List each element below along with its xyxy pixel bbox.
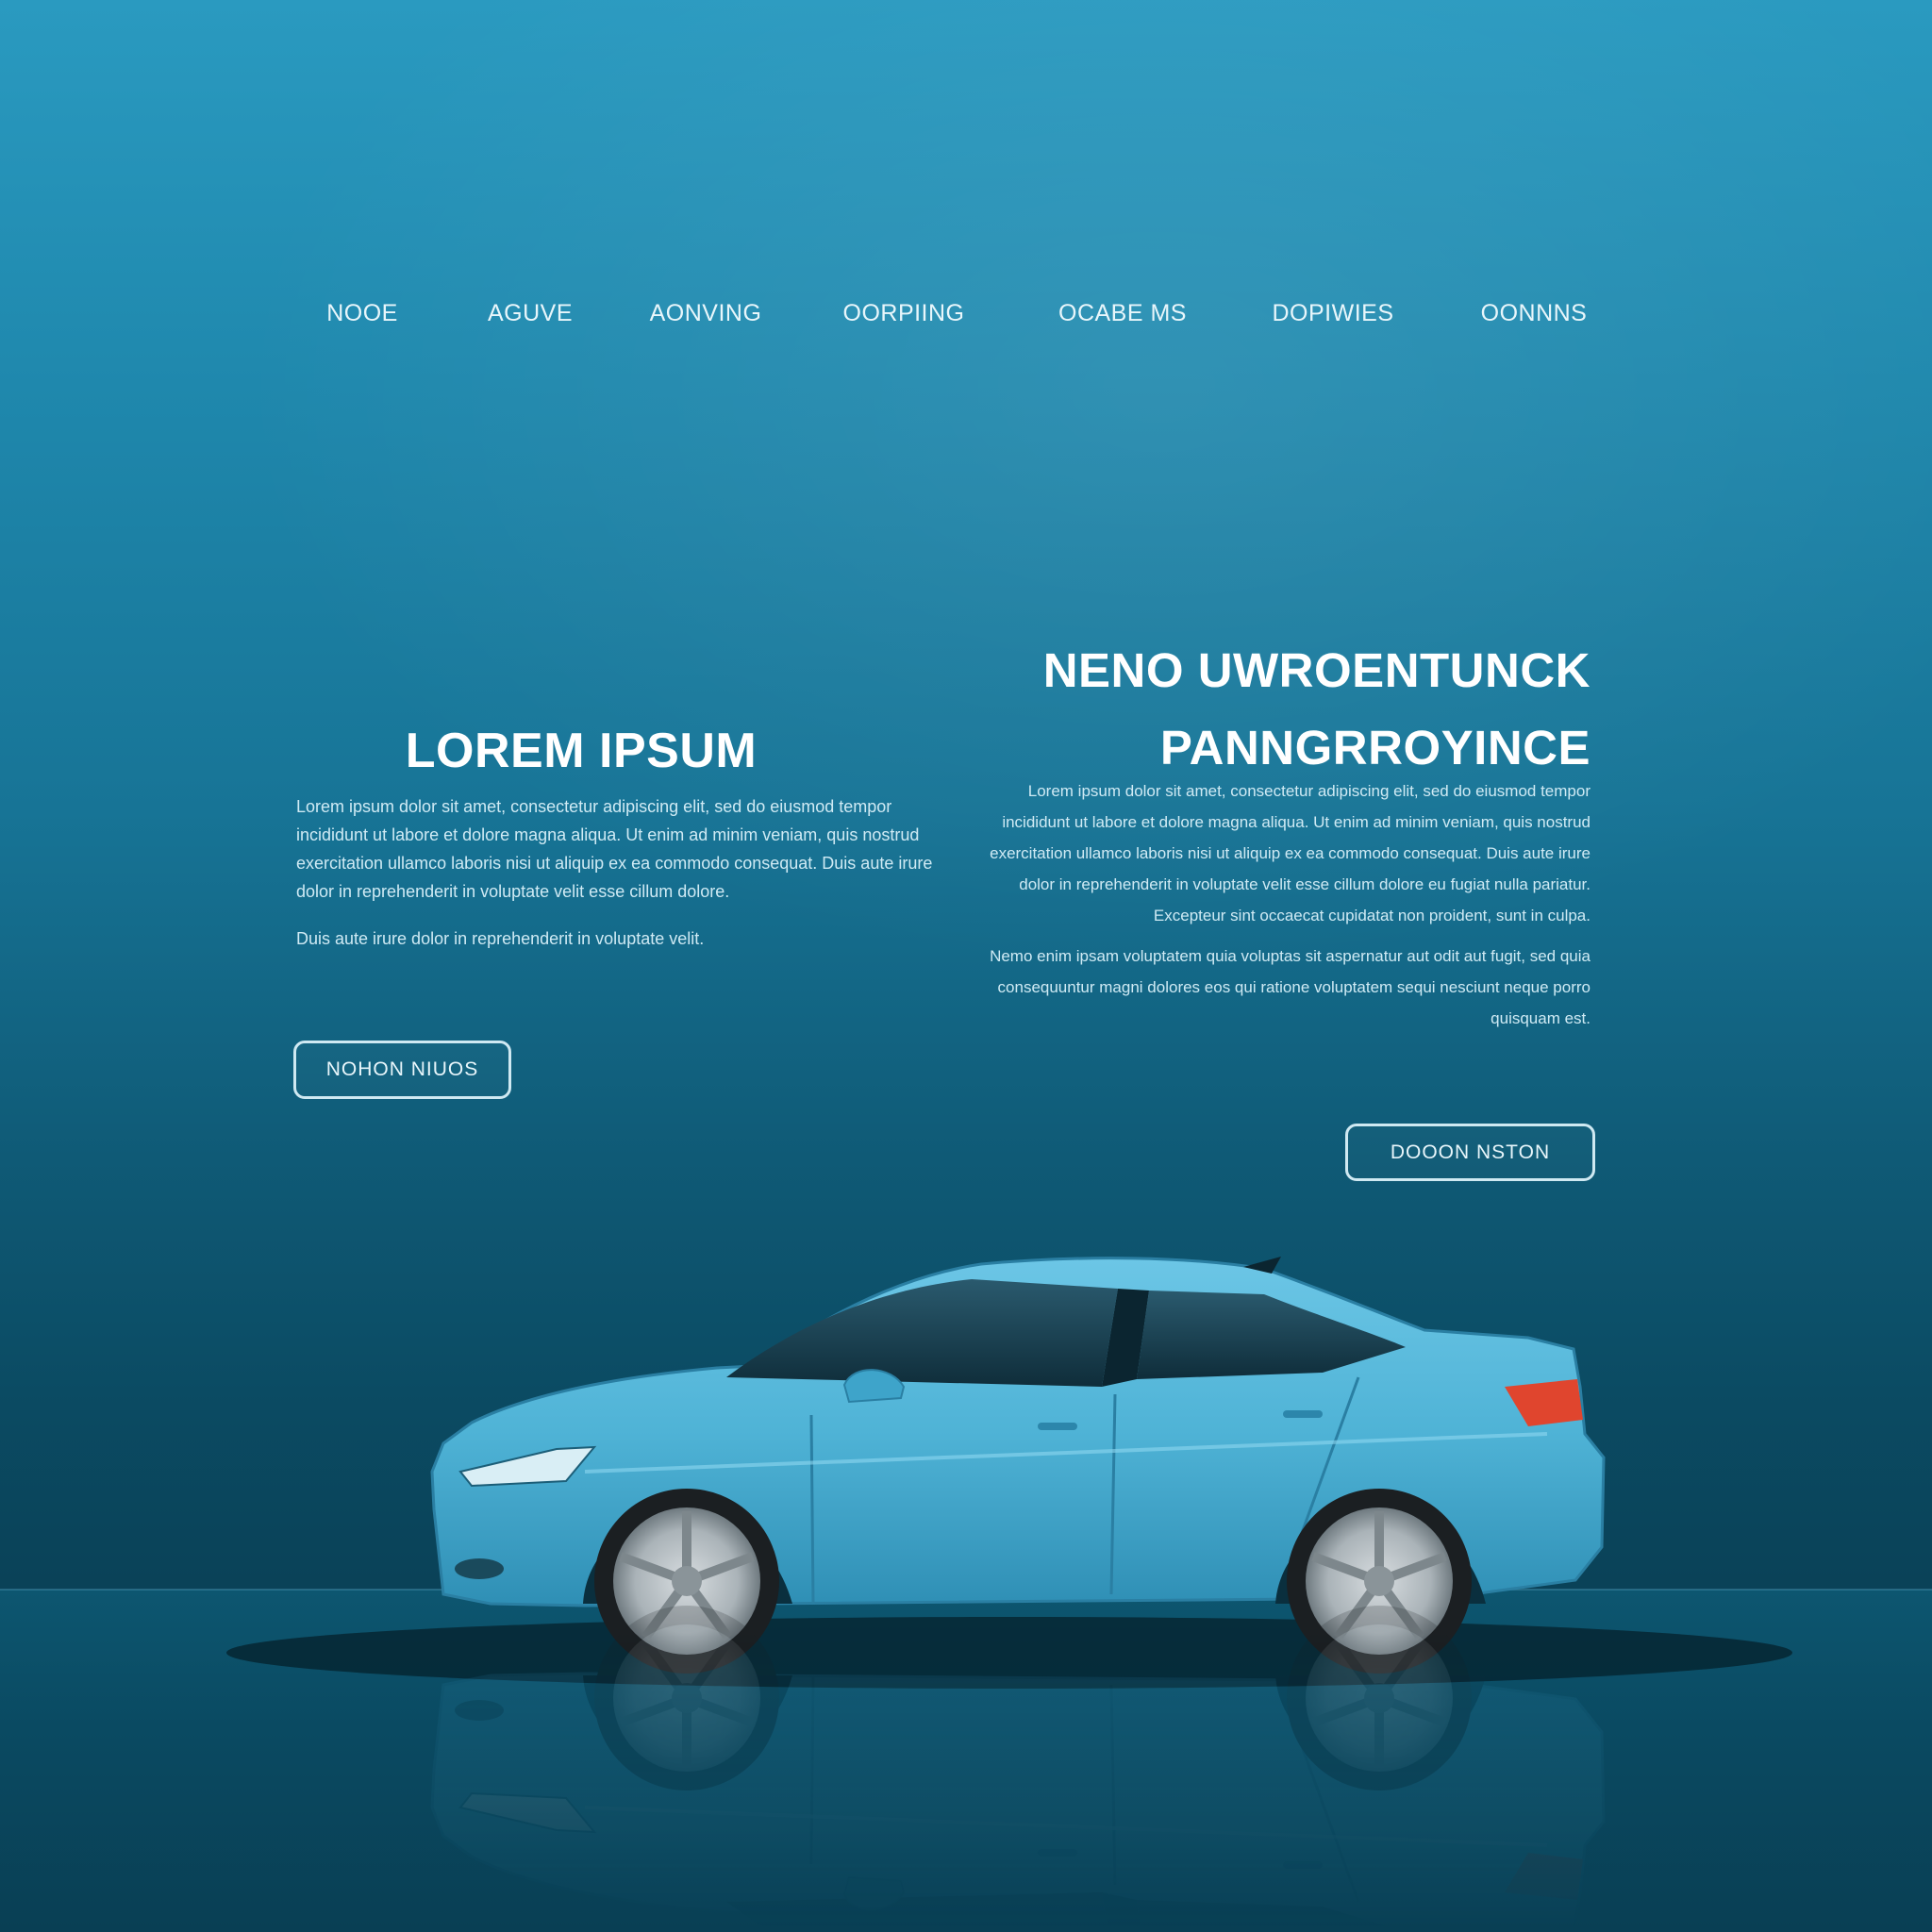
nav-item-4[interactable]: OORPIING [842, 300, 964, 327]
nav-item-7[interactable]: OONNNS [1481, 300, 1588, 327]
hero-right-paragraph: Nemo enim ipsam voluptatem quia voluptas… [990, 947, 1591, 1027]
hero-right-title: NENO UWROENTUNCK PANNGRROYINCE [991, 632, 1591, 787]
hero-right-paragraph: Lorem ipsum dolor sit amet, consectetur … [990, 782, 1591, 924]
nav-item-3[interactable]: AONVING [650, 300, 762, 327]
nav-item-1[interactable]: NOOE [326, 300, 398, 327]
hero-left-button[interactable]: NOHON NIUOS [293, 1041, 511, 1099]
hero-left-paragraph: Duis aute irure dolor in reprehenderit i… [296, 929, 705, 948]
hero-right-title-line1: NENO UWROENTUNCK [1042, 643, 1591, 697]
hero-right-button[interactable]: DOOON NSTON [1345, 1124, 1595, 1181]
hero-left-body: Lorem ipsum dolor sit amet, consectetur … [296, 792, 947, 972]
hero-right-body: Lorem ipsum dolor sit amet, consectetur … [962, 775, 1591, 1043]
main-navigation: NOOE AGUVE AONVING OORPIING OCABE MS DOP… [0, 300, 1932, 338]
horizon-line [0, 1589, 1932, 1591]
hero-left-title: LOREM IPSUM [405, 724, 758, 778]
nav-item-6[interactable]: DOPIWIES [1272, 300, 1393, 327]
floor-surface [0, 1590, 1932, 1932]
nav-item-5[interactable]: OCABE MS [1058, 300, 1187, 327]
hero-left-paragraph: Lorem ipsum dolor sit amet, consectetur … [296, 797, 933, 901]
nav-item-2[interactable]: AGUVE [488, 300, 573, 327]
